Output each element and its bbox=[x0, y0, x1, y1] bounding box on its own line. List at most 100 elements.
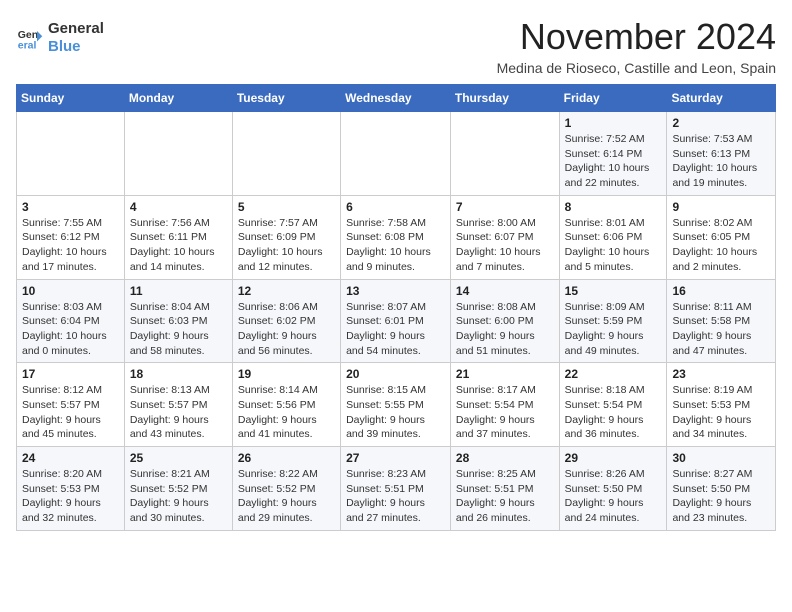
weekday-header-wednesday: Wednesday bbox=[341, 85, 451, 112]
day-info: Sunrise: 7:52 AM Sunset: 6:14 PM Dayligh… bbox=[565, 132, 662, 191]
day-info: Sunrise: 8:03 AM Sunset: 6:04 PM Dayligh… bbox=[22, 300, 119, 359]
week-row-5: 24Sunrise: 8:20 AM Sunset: 5:53 PM Dayli… bbox=[17, 447, 776, 531]
day-number: 12 bbox=[238, 284, 335, 298]
day-info: Sunrise: 8:18 AM Sunset: 5:54 PM Dayligh… bbox=[565, 383, 662, 442]
calendar-cell: 22 Sunrise: 8:18 AM Sunset: 5:54 PM Dayli… bbox=[559, 363, 667, 447]
day-info: Sunrise: 8:20 AM Sunset: 5:53 PM Dayligh… bbox=[22, 467, 119, 526]
logo-icon: Gen eral bbox=[16, 24, 44, 52]
calendar-cell: 16 Sunrise: 8:11 AM Sunset: 5:58 PM Dayli… bbox=[667, 279, 776, 363]
calendar-cell: 11Sunrise: 8:04 AM Sunset: 6:03 PM Dayli… bbox=[124, 279, 232, 363]
calendar-cell: 29 Sunrise: 8:26 AM Sunset: 5:50 PM Dayli… bbox=[559, 447, 667, 531]
day-number: 1 bbox=[565, 116, 662, 130]
week-row-4: 17 Sunrise: 8:12 AM Sunset: 5:57 PM Dayli… bbox=[17, 363, 776, 447]
month-title: November 2024 bbox=[497, 16, 776, 58]
calendar-cell: 7Sunrise: 8:00 AM Sunset: 6:07 PM Daylig… bbox=[450, 195, 559, 279]
day-info: Sunrise: 8:26 AM Sunset: 5:50 PM Dayligh… bbox=[565, 467, 662, 526]
calendar-cell: 26Sunrise: 8:22 AM Sunset: 5:52 PM Dayli… bbox=[232, 447, 340, 531]
day-number: 4 bbox=[130, 200, 227, 214]
calendar-cell: 25 Sunrise: 8:21 AM Sunset: 5:52 PM Dayli… bbox=[124, 447, 232, 531]
calendar-cell: 19Sunrise: 8:14 AM Sunset: 5:56 PM Dayli… bbox=[232, 363, 340, 447]
day-number: 14 bbox=[456, 284, 554, 298]
calendar-cell: 28 Sunrise: 8:25 AM Sunset: 5:51 PM Dayli… bbox=[450, 447, 559, 531]
day-number: 30 bbox=[672, 451, 770, 465]
calendar-cell: 21 Sunrise: 8:17 AM Sunset: 5:54 PM Dayli… bbox=[450, 363, 559, 447]
weekday-header-friday: Friday bbox=[559, 85, 667, 112]
weekday-header-saturday: Saturday bbox=[667, 85, 776, 112]
day-info: Sunrise: 8:06 AM Sunset: 6:02 PM Dayligh… bbox=[238, 300, 335, 359]
logo: Gen eral General Blue bbox=[16, 20, 104, 56]
day-info: Sunrise: 8:21 AM Sunset: 5:52 PM Dayligh… bbox=[130, 467, 227, 526]
day-info: Sunrise: 8:11 AM Sunset: 5:58 PM Dayligh… bbox=[672, 300, 770, 359]
day-info: Sunrise: 8:17 AM Sunset: 5:54 PM Dayligh… bbox=[456, 383, 554, 442]
header: Gen eral General Blue November 2024 Medi… bbox=[16, 16, 776, 76]
calendar-cell: 27 Sunrise: 8:23 AM Sunset: 5:51 PM Dayli… bbox=[341, 447, 451, 531]
day-number: 18 bbox=[130, 367, 227, 381]
day-info: Sunrise: 8:27 AM Sunset: 5:50 PM Dayligh… bbox=[672, 467, 770, 526]
day-info: Sunrise: 8:12 AM Sunset: 5:57 PM Dayligh… bbox=[22, 383, 119, 442]
day-number: 21 bbox=[456, 367, 554, 381]
day-info: Sunrise: 7:53 AM Sunset: 6:13 PM Dayligh… bbox=[672, 132, 770, 191]
calendar-cell: 18 Sunrise: 8:13 AM Sunset: 5:57 PM Dayli… bbox=[124, 363, 232, 447]
day-number: 10 bbox=[22, 284, 119, 298]
weekday-header-monday: Monday bbox=[124, 85, 232, 112]
day-number: 23 bbox=[672, 367, 770, 381]
calendar-cell: 12 Sunrise: 8:06 AM Sunset: 6:02 PM Dayli… bbox=[232, 279, 340, 363]
day-info: Sunrise: 8:00 AM Sunset: 6:07 PM Dayligh… bbox=[456, 216, 554, 275]
calendar-cell: 23 Sunrise: 8:19 AM Sunset: 5:53 PM Dayli… bbox=[667, 363, 776, 447]
day-info: Sunrise: 8:02 AM Sunset: 6:05 PM Dayligh… bbox=[672, 216, 770, 275]
logo-text: General Blue bbox=[48, 20, 104, 56]
calendar-cell bbox=[232, 112, 340, 196]
calendar-cell bbox=[17, 112, 125, 196]
day-number: 6 bbox=[346, 200, 445, 214]
day-number: 25 bbox=[130, 451, 227, 465]
svg-text:eral: eral bbox=[18, 40, 37, 52]
day-info: Sunrise: 8:23 AM Sunset: 5:51 PM Dayligh… bbox=[346, 467, 445, 526]
day-info: Sunrise: 8:09 AM Sunset: 5:59 PM Dayligh… bbox=[565, 300, 662, 359]
day-number: 9 bbox=[672, 200, 770, 214]
day-info: Sunrise: 7:57 AM Sunset: 6:09 PM Dayligh… bbox=[238, 216, 335, 275]
day-number: 3 bbox=[22, 200, 119, 214]
day-number: 8 bbox=[565, 200, 662, 214]
day-number: 22 bbox=[565, 367, 662, 381]
calendar-cell: 2Sunrise: 7:53 AM Sunset: 6:13 PM Daylig… bbox=[667, 112, 776, 196]
calendar-cell bbox=[124, 112, 232, 196]
day-info: Sunrise: 8:13 AM Sunset: 5:57 PM Dayligh… bbox=[130, 383, 227, 442]
weekday-header-thursday: Thursday bbox=[450, 85, 559, 112]
calendar-cell: 17 Sunrise: 8:12 AM Sunset: 5:57 PM Dayli… bbox=[17, 363, 125, 447]
calendar-cell: 9 Sunrise: 8:02 AM Sunset: 6:05 PM Daylig… bbox=[667, 195, 776, 279]
calendar-cell: 6Sunrise: 7:58 AM Sunset: 6:08 PM Daylig… bbox=[341, 195, 451, 279]
day-number: 5 bbox=[238, 200, 335, 214]
calendar-cell: 8 Sunrise: 8:01 AM Sunset: 6:06 PM Daylig… bbox=[559, 195, 667, 279]
calendar-cell: 4 Sunrise: 7:56 AM Sunset: 6:11 PM Daylig… bbox=[124, 195, 232, 279]
day-number: 28 bbox=[456, 451, 554, 465]
day-info: Sunrise: 7:56 AM Sunset: 6:11 PM Dayligh… bbox=[130, 216, 227, 275]
day-info: Sunrise: 8:07 AM Sunset: 6:01 PM Dayligh… bbox=[346, 300, 445, 359]
day-number: 17 bbox=[22, 367, 119, 381]
day-number: 26 bbox=[238, 451, 335, 465]
logo-line1: General bbox=[48, 20, 104, 38]
weekday-header-tuesday: Tuesday bbox=[232, 85, 340, 112]
week-row-1: 1 Sunrise: 7:52 AM Sunset: 6:14 PM Daylig… bbox=[17, 112, 776, 196]
day-number: 16 bbox=[672, 284, 770, 298]
day-info: Sunrise: 8:25 AM Sunset: 5:51 PM Dayligh… bbox=[456, 467, 554, 526]
day-info: Sunrise: 7:55 AM Sunset: 6:12 PM Dayligh… bbox=[22, 216, 119, 275]
calendar-cell: 30 Sunrise: 8:27 AM Sunset: 5:50 PM Dayli… bbox=[667, 447, 776, 531]
calendar-cell: 5 Sunrise: 7:57 AM Sunset: 6:09 PM Daylig… bbox=[232, 195, 340, 279]
calendar-cell: 14 Sunrise: 8:08 AM Sunset: 6:00 PM Dayli… bbox=[450, 279, 559, 363]
weekday-header-row: SundayMondayTuesdayWednesdayThursdayFrid… bbox=[17, 85, 776, 112]
calendar-cell: 10 Sunrise: 8:03 AM Sunset: 6:04 PM Dayli… bbox=[17, 279, 125, 363]
day-info: Sunrise: 8:15 AM Sunset: 5:55 PM Dayligh… bbox=[346, 383, 445, 442]
day-info: Sunrise: 8:08 AM Sunset: 6:00 PM Dayligh… bbox=[456, 300, 554, 359]
calendar-cell bbox=[450, 112, 559, 196]
day-info: Sunrise: 8:19 AM Sunset: 5:53 PM Dayligh… bbox=[672, 383, 770, 442]
day-number: 27 bbox=[346, 451, 445, 465]
week-row-2: 3 Sunrise: 7:55 AM Sunset: 6:12 PM Daylig… bbox=[17, 195, 776, 279]
day-number: 11 bbox=[130, 284, 227, 298]
day-info: Sunrise: 8:01 AM Sunset: 6:06 PM Dayligh… bbox=[565, 216, 662, 275]
title-area: November 2024 Medina de Rioseco, Castill… bbox=[497, 16, 776, 76]
calendar-cell: 1 Sunrise: 7:52 AM Sunset: 6:14 PM Daylig… bbox=[559, 112, 667, 196]
day-number: 29 bbox=[565, 451, 662, 465]
calendar-cell: 24Sunrise: 8:20 AM Sunset: 5:53 PM Dayli… bbox=[17, 447, 125, 531]
day-number: 13 bbox=[346, 284, 445, 298]
calendar-table: SundayMondayTuesdayWednesdayThursdayFrid… bbox=[16, 84, 776, 531]
